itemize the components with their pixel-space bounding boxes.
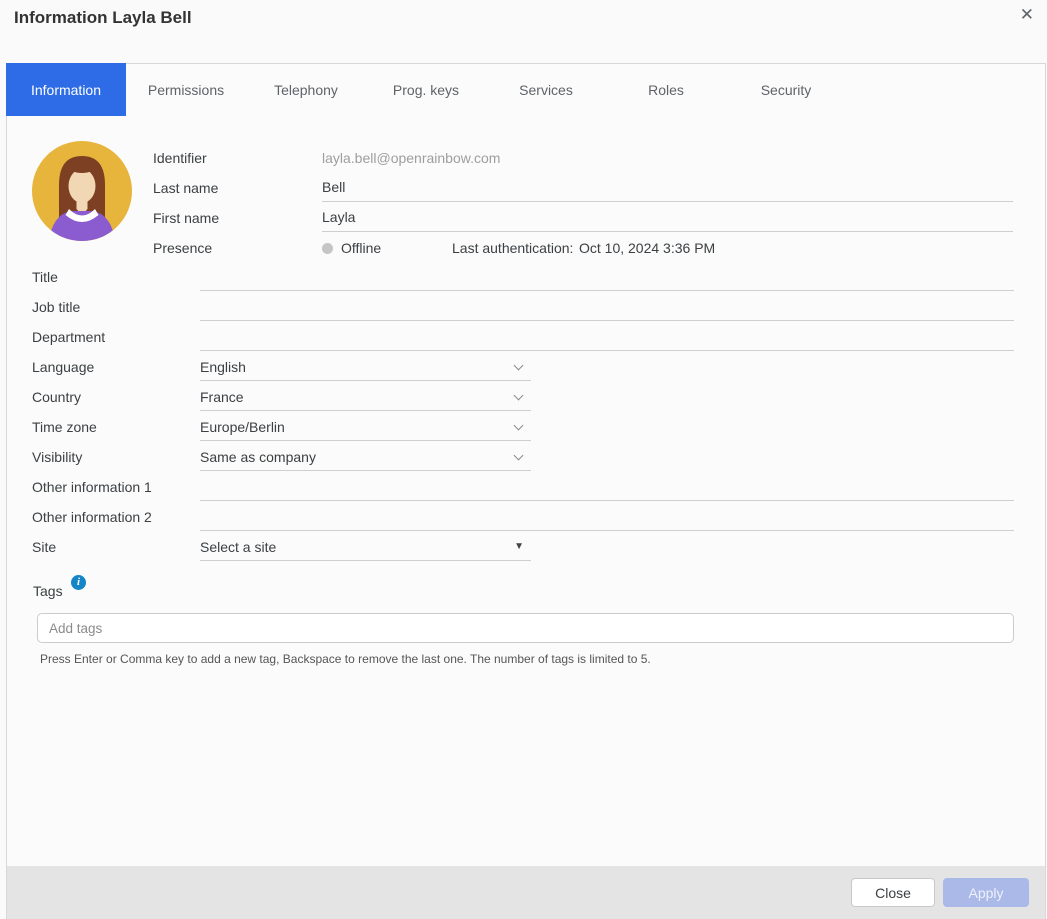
- identifier-value: layla.bell@openrainbow.com: [322, 143, 500, 173]
- title-input[interactable]: [200, 262, 1014, 291]
- language-row: Language English: [7, 352, 1045, 382]
- site-select[interactable]: Select a site ▼: [200, 532, 531, 561]
- tab-telephony[interactable]: Telephony: [246, 64, 366, 116]
- tab-information[interactable]: Information: [6, 63, 126, 116]
- job-title-row: Job title: [7, 292, 1045, 322]
- other-information-1-input[interactable]: [200, 472, 1014, 501]
- apply-button[interactable]: Apply: [943, 878, 1029, 907]
- last-name-label: Last name: [153, 173, 218, 203]
- visibility-label: Visibility: [32, 442, 82, 472]
- first-name-input[interactable]: [322, 203, 1013, 232]
- time-zone-label: Time zone: [32, 412, 97, 442]
- close-button[interactable]: Close: [851, 878, 935, 907]
- presence-offline-icon: [322, 243, 333, 254]
- chevron-down-icon: [514, 391, 524, 401]
- identifier-label: Identifier: [153, 143, 207, 173]
- visibility-value: Same as company: [200, 442, 316, 472]
- info-icon[interactable]: i: [71, 575, 86, 590]
- last-authentication-value: Oct 10, 2024 3:36 PM: [579, 233, 715, 263]
- tags-label: Tags: [33, 580, 63, 602]
- tags-input[interactable]: [37, 613, 1014, 643]
- presence-status: Offline: [341, 233, 381, 263]
- language-label: Language: [32, 352, 94, 382]
- department-label: Department: [32, 322, 105, 352]
- dialog-header: Information Layla Bell ✕: [0, 0, 1047, 63]
- page-title: Information Layla Bell: [14, 8, 192, 28]
- job-title-input[interactable]: [200, 292, 1014, 321]
- tab-security[interactable]: Security: [726, 64, 846, 116]
- time-zone-value: Europe/Berlin: [200, 412, 285, 442]
- title-row: Title: [7, 262, 1045, 292]
- last-name-input[interactable]: [322, 173, 1013, 202]
- country-row: Country France: [7, 382, 1045, 412]
- department-input[interactable]: [200, 322, 1014, 351]
- chevron-down-icon: [514, 421, 524, 431]
- other-information-1-label: Other information 1: [32, 472, 152, 502]
- department-row: Department: [7, 322, 1045, 352]
- tab-roles[interactable]: Roles: [606, 64, 726, 116]
- dropdown-arrow-icon: ▼: [514, 532, 524, 562]
- presence-label: Presence: [153, 233, 212, 263]
- identifier-row: Identifier layla.bell@openrainbow.com: [7, 143, 1045, 173]
- other-information-2-label: Other information 2: [32, 502, 152, 532]
- language-select[interactable]: English: [200, 352, 531, 381]
- language-value: English: [200, 352, 246, 382]
- country-select[interactable]: France: [200, 382, 531, 411]
- close-icon[interactable]: ✕: [1020, 3, 1034, 27]
- tab-permissions[interactable]: Permissions: [126, 64, 246, 116]
- other-information-2-input[interactable]: [200, 502, 1014, 531]
- title-label: Title: [32, 262, 58, 292]
- chevron-down-icon: [514, 361, 524, 371]
- visibility-row: Visibility Same as company: [7, 442, 1045, 472]
- last-authentication-label: Last authentication:: [452, 233, 573, 263]
- site-row: Site Select a site ▼: [7, 532, 1045, 562]
- tab-prog-keys[interactable]: Prog. keys: [366, 64, 486, 116]
- country-value: France: [200, 382, 244, 412]
- site-label: Site: [32, 532, 56, 562]
- country-label: Country: [32, 382, 81, 412]
- time-zone-select[interactable]: Europe/Berlin: [200, 412, 531, 441]
- chevron-down-icon: [514, 451, 524, 461]
- job-title-label: Job title: [32, 292, 80, 322]
- time-zone-row: Time zone Europe/Berlin: [7, 412, 1045, 442]
- presence-row: Presence Offline Last authentication: Oc…: [7, 233, 1045, 263]
- first-name-label: First name: [153, 203, 219, 233]
- other-information-2-row: Other information 2: [7, 502, 1045, 532]
- tab-bar: Information Permissions Telephony Prog. …: [7, 64, 846, 116]
- other-information-1-row: Other information 1: [7, 472, 1045, 502]
- last-name-row: Last name: [7, 173, 1045, 203]
- visibility-select[interactable]: Same as company: [200, 442, 531, 471]
- dialog-footer: Close Apply: [7, 866, 1045, 919]
- tab-services[interactable]: Services: [486, 64, 606, 116]
- tags-help-text: Press Enter or Comma key to add a new ta…: [40, 652, 651, 666]
- information-panel: Information Permissions Telephony Prog. …: [6, 63, 1046, 919]
- first-name-row: First name: [7, 203, 1045, 233]
- site-value: Select a site: [200, 532, 276, 562]
